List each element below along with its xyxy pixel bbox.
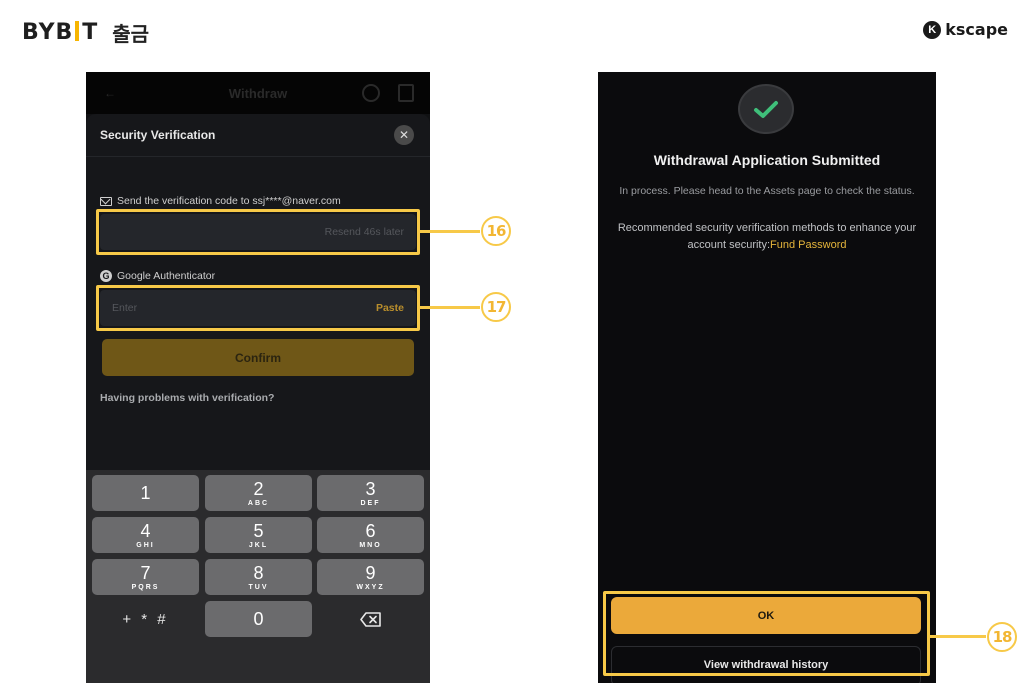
numeric-keypad: 1 2 ABC 3 DEF 4 GHI 5 JKL 6 MNO 7 PQRS 8… xyxy=(86,470,430,683)
key-number: 8 xyxy=(253,562,264,583)
key-letters: DEF xyxy=(360,499,381,507)
callout-16: 16 xyxy=(481,216,511,246)
callout-17: 17 xyxy=(481,292,511,322)
email-code-label-row: Send the verification code to ssj****@na… xyxy=(100,195,341,207)
key-letters: PQRS xyxy=(131,583,160,591)
highlight-email-code xyxy=(96,209,420,255)
kscape-text: kscape xyxy=(945,20,1008,39)
key-backspace[interactable] xyxy=(317,601,424,637)
callout-line-16 xyxy=(420,230,480,233)
tutorial-page: BYB T 출금 K kscape ← Withdraw Security Ve… xyxy=(0,0,1024,683)
success-title: Withdrawal Application Submitted xyxy=(653,152,881,168)
key-number: 2 xyxy=(253,478,264,499)
key-number: 3 xyxy=(365,478,376,499)
sheet-title: Security Verification xyxy=(100,128,216,142)
callout-line-17 xyxy=(420,306,480,309)
key-0[interactable]: 0 xyxy=(205,601,312,637)
mail-icon xyxy=(100,196,112,206)
google-auth-label: Google Authenticator xyxy=(117,270,216,282)
key-letters: WXYZ xyxy=(356,583,385,591)
security-verification-screen: ← Withdraw Security Verification ✕ Send … xyxy=(86,72,430,683)
confirm-button[interactable]: Confirm xyxy=(102,339,414,376)
security-recommendation: Recommended security verification method… xyxy=(604,220,930,254)
key-3[interactable]: 3 DEF xyxy=(317,475,424,511)
key-number: 1 xyxy=(140,483,151,503)
bybit-logo-right: T xyxy=(82,20,99,45)
callout-line-18 xyxy=(930,635,986,638)
help-circle-icon xyxy=(362,84,380,102)
highlight-google-auth xyxy=(96,285,420,331)
bybit-logo-bar xyxy=(75,20,80,41)
checkmark-icon xyxy=(754,101,778,118)
key-number: 5 xyxy=(253,520,264,541)
recommendation-text: Recommended security verification method… xyxy=(617,222,917,251)
key-4[interactable]: 4 GHI xyxy=(92,517,199,553)
bybit-logo: BYB T xyxy=(22,20,98,45)
close-icon: ✕ xyxy=(398,128,410,142)
close-button[interactable]: ✕ xyxy=(394,125,414,145)
key-letters: MNO xyxy=(359,541,382,549)
key-9[interactable]: 9 WXYZ xyxy=(317,559,424,595)
success-description: In process. Please head to the Assets pa… xyxy=(619,185,915,197)
key-letters: ABC xyxy=(247,499,270,507)
key-symbols[interactable]: + * # xyxy=(92,601,199,637)
key-7[interactable]: 7 PQRS xyxy=(92,559,199,595)
key-number: 7 xyxy=(140,562,151,583)
document-icon xyxy=(398,84,414,102)
key-number: 0 xyxy=(253,609,264,629)
fund-password-link[interactable]: Fund Password xyxy=(770,239,846,251)
key-2[interactable]: 2 ABC xyxy=(205,475,312,511)
sheet-divider xyxy=(86,156,430,157)
page-subtitle: 출금 xyxy=(112,22,150,46)
key-1[interactable]: 1 xyxy=(92,475,199,511)
background-title: Withdraw xyxy=(228,85,288,101)
symbols-label: + * # xyxy=(122,610,169,628)
kscape-mark-icon: K xyxy=(923,20,942,39)
callout-18: 18 xyxy=(987,622,1017,652)
google-icon: G xyxy=(100,270,112,282)
bybit-logo-left: BYB xyxy=(22,20,74,45)
key-letters: JKL xyxy=(248,541,269,549)
background-header: ← Withdraw xyxy=(86,72,430,114)
kscape-logo: K kscape xyxy=(923,20,1008,39)
key-number: 9 xyxy=(365,562,376,583)
key-6[interactable]: 6 MNO xyxy=(317,517,424,553)
key-number: 6 xyxy=(365,520,376,541)
backspace-icon xyxy=(359,611,381,627)
highlight-ok-buttons xyxy=(603,591,930,676)
email-code-label: Send the verification code to ssj****@na… xyxy=(117,195,341,207)
key-5[interactable]: 5 JKL xyxy=(205,517,312,553)
google-auth-label-row: G Google Authenticator xyxy=(100,270,215,282)
key-letters: TUV xyxy=(248,583,269,591)
verification-problems-link[interactable]: Having problems with verification? xyxy=(100,392,274,404)
back-arrow-icon: ← xyxy=(104,86,116,100)
key-number: 4 xyxy=(140,520,151,541)
brand-header: BYB T 출금 xyxy=(22,18,149,47)
key-letters: GHI xyxy=(136,541,155,549)
check-circle-icon xyxy=(738,84,794,134)
key-8[interactable]: 8 TUV xyxy=(205,559,312,595)
